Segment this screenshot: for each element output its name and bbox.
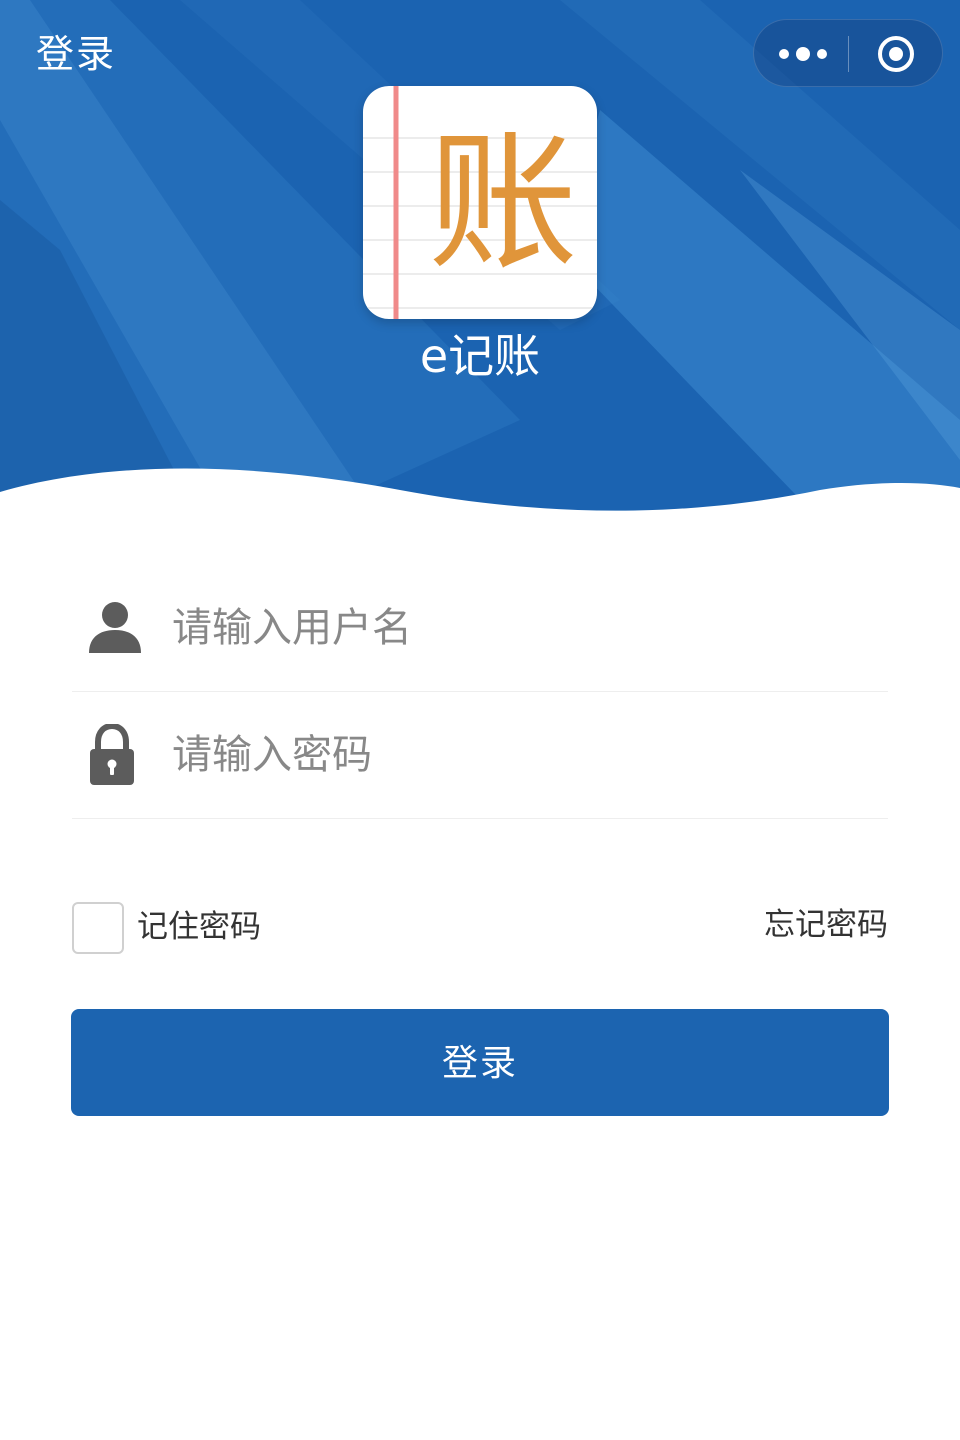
- user-icon: [89, 602, 141, 653]
- app-name: e记账: [419, 329, 541, 383]
- remember-password-label[interactable]: 记住密码: [137, 904, 261, 950]
- password-input[interactable]: [172, 692, 872, 818]
- username-row: [72, 565, 888, 692]
- lock-icon: [90, 724, 134, 785]
- remember-password-checkbox[interactable]: [72, 902, 124, 954]
- page-title: 登录: [36, 32, 117, 76]
- more-icon[interactable]: [776, 42, 830, 66]
- login-button[interactable]: 登录: [71, 1009, 889, 1116]
- app-logo: 账: [363, 86, 597, 319]
- target-icon[interactable]: [876, 34, 916, 74]
- logo-character: 账: [427, 117, 578, 291]
- header-banner: 登录 账 e记账: [0, 0, 960, 520]
- capsule-divider: [848, 36, 849, 72]
- username-input[interactable]: [172, 565, 872, 691]
- forgot-password-link[interactable]: 忘记密码: [764, 902, 888, 948]
- mini-program-capsule: [753, 19, 943, 87]
- password-row: [72, 692, 888, 819]
